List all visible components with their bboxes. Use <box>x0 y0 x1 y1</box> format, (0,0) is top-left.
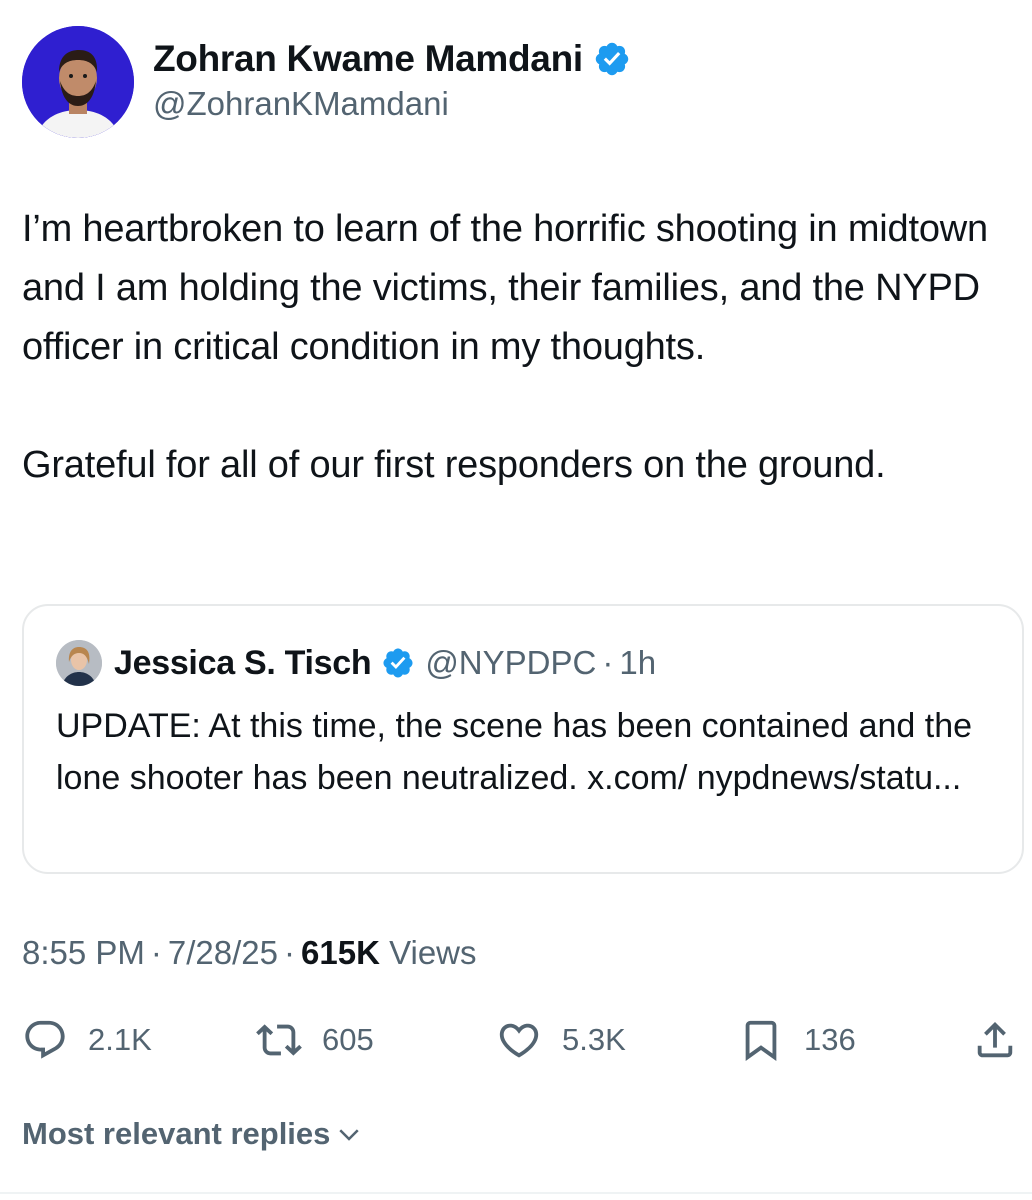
author-avatar[interactable] <box>22 26 134 138</box>
reply-icon <box>25 1020 65 1059</box>
tweet-paragraph-2: Grateful for all of our first responders… <box>22 444 886 486</box>
quoted-author-name[interactable]: Jessica S. Tisch <box>114 644 372 683</box>
quoted-separator: · <box>602 644 614 681</box>
quoted-tweet-text: UPDATE: At this time, the scene has been… <box>56 707 973 797</box>
reply-count: 2.1K <box>88 1022 152 1057</box>
views-count: 615K <box>301 934 380 971</box>
quoted-timestamp[interactable]: 1h <box>619 644 656 682</box>
replies-sort-dropdown[interactable]: Most relevant replies <box>22 1116 364 1152</box>
author-name[interactable]: Zohran Kwame Mamdani <box>153 38 583 80</box>
tweet-paragraph-1: I’m heartbroken to learn of the horrific… <box>22 208 988 368</box>
quoted-author-handle[interactable]: @NYPDPC <box>425 644 596 682</box>
views-label: Views <box>389 934 477 971</box>
quoted-tweet[interactable]: Jessica S. Tisch @NYPDPC · 1h UPDATE: At… <box>22 604 1024 874</box>
like-count: 5.3K <box>562 1022 626 1057</box>
quoted-verified-badge-icon <box>383 648 413 678</box>
action-bar: 2.1K 605 5.3K 136 <box>0 1010 1032 1070</box>
repost-button[interactable]: 605 <box>256 1010 374 1070</box>
tweet-text: I’m heartbroken to learn of the horrific… <box>22 200 1022 495</box>
bookmark-icon <box>745 1020 777 1061</box>
meta-separator-2: · <box>284 934 296 971</box>
tweet-time[interactable]: 8:55 PM <box>22 934 145 971</box>
like-button[interactable]: 5.3K <box>496 1010 626 1070</box>
share-icon <box>977 1021 1013 1058</box>
meta-separator: · <box>150 934 162 971</box>
repost-count: 605 <box>322 1022 374 1057</box>
replies-sort-label: Most relevant replies <box>22 1116 331 1151</box>
chevron-down-icon <box>339 1129 360 1141</box>
author-name-row: Zohran Kwame Mamdani <box>153 38 631 80</box>
bookmark-count: 136 <box>804 1022 856 1057</box>
divider <box>0 1192 1032 1194</box>
author-handle[interactable]: @ZohranKMamdani <box>153 85 449 123</box>
verified-badge-icon <box>595 42 629 76</box>
tweet-meta: 8:55 PM · 7/28/25 · 615K Views <box>22 934 477 972</box>
tweet-detail: Zohran Kwame Mamdani @ZohranKMamdani I’m… <box>0 0 1032 1200</box>
share-button[interactable] <box>972 1010 1018 1070</box>
quoted-tweet-header: Jessica S. Tisch @NYPDPC · 1h <box>56 640 656 686</box>
quoted-author-avatar-image <box>56 640 102 686</box>
reply-button[interactable]: 2.1K <box>22 1010 152 1070</box>
bookmark-button[interactable]: 136 <box>738 1010 856 1070</box>
quoted-author-avatar[interactable] <box>56 640 102 686</box>
author-avatar-image <box>22 26 134 138</box>
repost-icon <box>256 1024 302 1056</box>
heart-icon <box>499 1023 539 1058</box>
tweet-date[interactable]: 7/28/25 <box>168 934 278 971</box>
